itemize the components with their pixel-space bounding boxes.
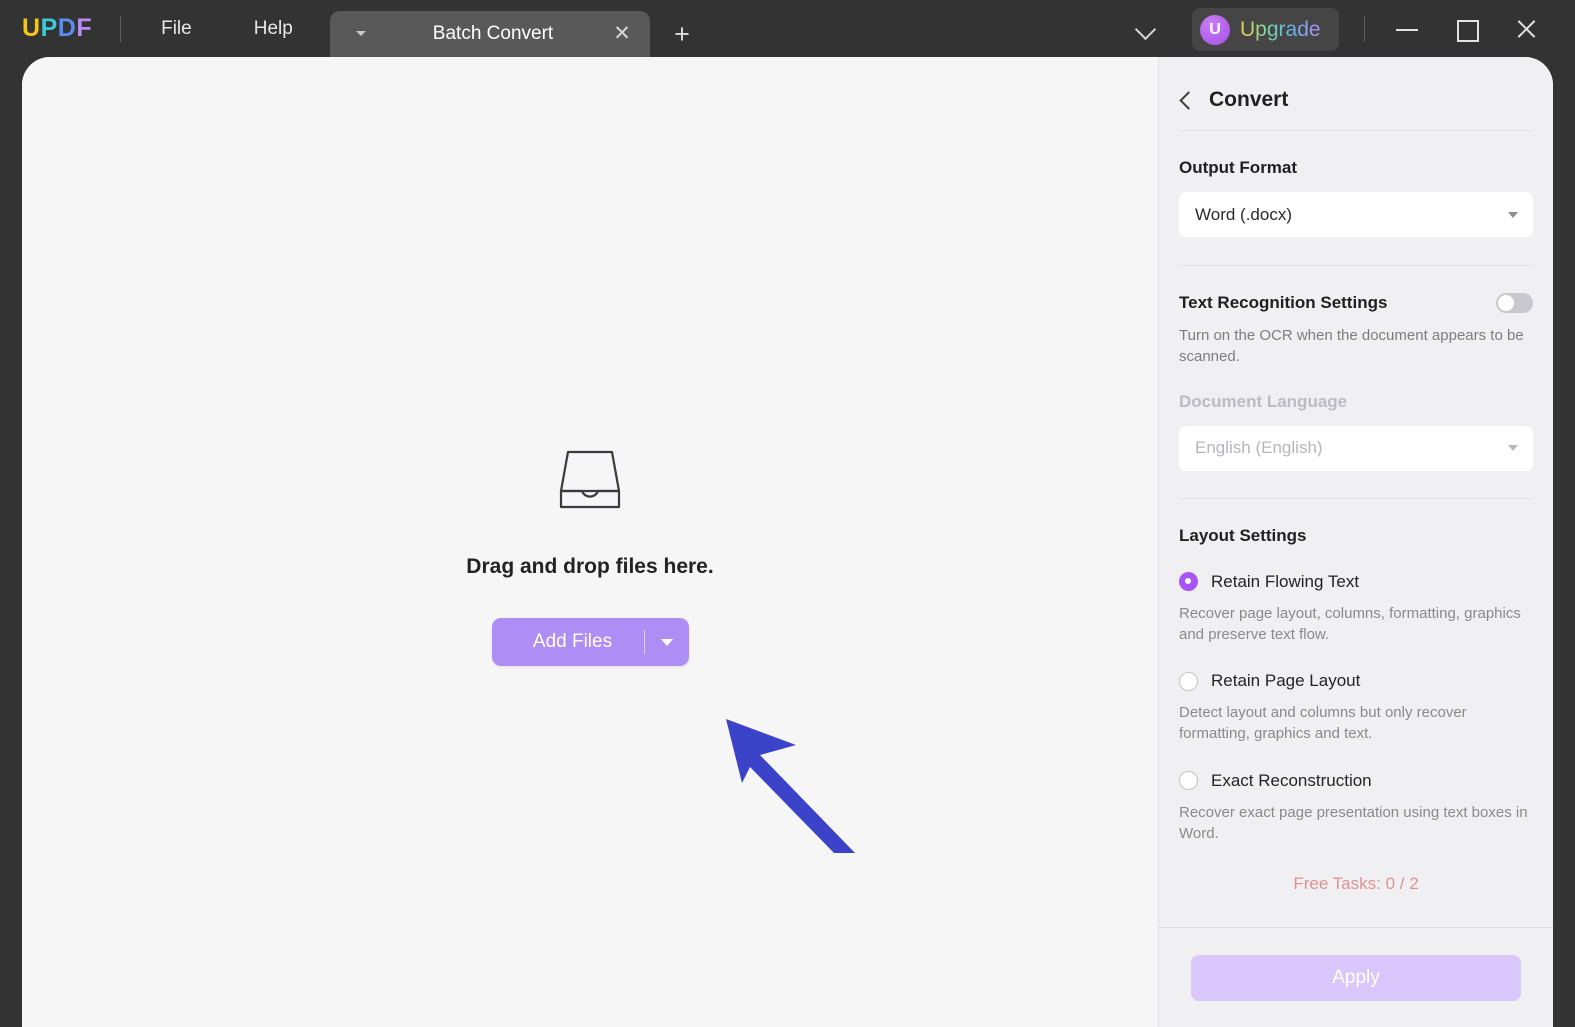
- upgrade-label: Upgrade: [1240, 18, 1321, 42]
- free-tasks-status: Free Tasks: 0 / 2: [1179, 874, 1533, 894]
- text-recognition-description: Turn on the OCR when the document appear…: [1179, 325, 1533, 368]
- menu-file[interactable]: File: [161, 18, 192, 40]
- maximize-icon[interactable]: [1449, 12, 1483, 46]
- divider-1: [1179, 130, 1533, 131]
- radio-description-2: Recover exact page presentation using te…: [1179, 802, 1533, 845]
- panel-footer: Apply: [1159, 927, 1553, 1027]
- convert-panel: Convert Output Format Word (.docx) Text …: [1158, 57, 1553, 1027]
- document-language-value: English (English): [1195, 438, 1323, 458]
- radio-icon-unselected-2[interactable]: [1179, 771, 1198, 790]
- divider-3: [1179, 498, 1533, 499]
- add-files-label: Add Files: [492, 631, 644, 653]
- logo-letter-p: P: [41, 14, 58, 43]
- drop-zone-text: Drag and drop files here.: [466, 555, 713, 579]
- drop-zone[interactable]: Drag and drop files here. Add Files: [22, 57, 1158, 1027]
- text-recognition-label: Text Recognition Settings: [1179, 293, 1387, 313]
- radio-description-1: Detect layout and columns but only recov…: [1179, 702, 1533, 745]
- radio-icon-unselected-1[interactable]: [1179, 672, 1198, 691]
- document-language-select: English (English): [1179, 426, 1533, 471]
- tab-chevron-down-icon[interactable]: [356, 31, 366, 36]
- drop-zone-center: Drag and drop files here. Add Files: [22, 449, 1158, 666]
- titlebar-divider-2: [1364, 16, 1365, 42]
- back-chevron-left-icon[interactable]: [1177, 91, 1195, 109]
- radio-description-0: Recover page layout, columns, formatting…: [1179, 603, 1533, 646]
- add-files-button[interactable]: Add Files: [492, 618, 689, 666]
- logo-letter-d: D: [58, 14, 77, 43]
- tab-close-icon[interactable]: ✕: [610, 22, 634, 46]
- layout-settings-row: Layout Settings: [1179, 526, 1533, 546]
- radio-label-0: Retain Flowing Text: [1211, 572, 1359, 592]
- content-area: Drag and drop files here. Add Files Conv…: [22, 57, 1553, 1027]
- minimize-icon[interactable]: [1390, 12, 1424, 46]
- new-tab-button[interactable]: +: [668, 21, 696, 49]
- panel-body: Output Format Word (.docx) Text Recognit…: [1159, 120, 1553, 927]
- updf-window: U P D F File Help Batch Convert ✕ + U Up…: [0, 0, 1575, 1027]
- tab-title: Batch Convert: [330, 23, 650, 45]
- radio-icon-selected[interactable]: [1179, 572, 1198, 591]
- document-language-row: Document Language: [1179, 392, 1533, 412]
- radio-exact-reconstruction[interactable]: Exact Reconstruction: [1179, 771, 1533, 791]
- apply-button[interactable]: Apply: [1191, 955, 1521, 1001]
- layout-settings-label: Layout Settings: [1179, 526, 1307, 546]
- output-format-label: Output Format: [1179, 158, 1297, 178]
- upgrade-badge-icon: U: [1200, 15, 1230, 45]
- radio-retain-flowing-text[interactable]: Retain Flowing Text: [1179, 572, 1533, 592]
- tab-list-chevron-down-icon[interactable]: [1130, 16, 1162, 42]
- logo-letter-u: U: [22, 14, 41, 43]
- menu-help[interactable]: Help: [254, 18, 293, 40]
- arrow-pointer-annotation: [712, 705, 872, 865]
- output-format-row: Output Format: [1179, 158, 1533, 178]
- logo-letter-f: F: [76, 14, 92, 43]
- output-format-chevron-down-icon[interactable]: [1508, 212, 1518, 218]
- tab-batch-convert[interactable]: Batch Convert ✕: [330, 11, 650, 57]
- close-icon[interactable]: [1509, 12, 1543, 46]
- add-files-chevron-down-icon[interactable]: [645, 639, 689, 646]
- text-recognition-row: Text Recognition Settings: [1179, 293, 1533, 313]
- toggle-knob: [1498, 295, 1514, 311]
- inbox-tray-icon: [556, 449, 624, 511]
- radio-retain-page-layout[interactable]: Retain Page Layout: [1179, 671, 1533, 691]
- divider-2: [1179, 265, 1533, 266]
- radio-label-2: Exact Reconstruction: [1211, 771, 1372, 791]
- output-format-select[interactable]: Word (.docx): [1179, 192, 1533, 237]
- output-format-value: Word (.docx): [1195, 205, 1292, 225]
- upgrade-button[interactable]: U Upgrade: [1192, 8, 1339, 51]
- document-language-label: Document Language: [1179, 392, 1347, 412]
- radio-label-1: Retain Page Layout: [1211, 671, 1360, 691]
- document-language-chevron-down-icon: [1508, 445, 1518, 451]
- titlebar-divider: [120, 16, 121, 42]
- title-bar: U P D F File Help Batch Convert ✕ + U Up…: [0, 0, 1575, 57]
- panel-title: Convert: [1209, 88, 1288, 112]
- updf-logo: U P D F: [22, 14, 92, 43]
- panel-header: Convert: [1159, 57, 1553, 120]
- text-recognition-toggle[interactable]: [1496, 293, 1533, 313]
